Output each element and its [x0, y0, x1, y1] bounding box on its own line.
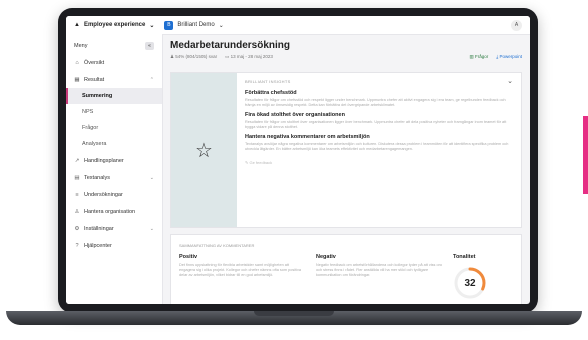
sidebar-item-label: Inställningar: [84, 225, 114, 232]
sidebar-item-label: Handlingsplaner: [84, 157, 124, 164]
sidebar-item-undersokningar[interactable]: ≡ Undersökningar: [66, 186, 162, 203]
insight-text: Resultaten för frågor om chefsstöd och r…: [245, 98, 506, 107]
workspace-name: Brilliant Demo: [177, 22, 215, 28]
questions-link[interactable]: ▥ Frågor: [469, 54, 488, 60]
sidebar-item-oversikt[interactable]: ⌂ Översikt: [66, 54, 162, 71]
sidebar-item-handlingsplaner[interactable]: ↗ Handlingsplaner: [66, 152, 162, 169]
chevron-up-icon: ⌃: [149, 76, 154, 83]
insight-title: Förbättra chefsstöd: [245, 90, 297, 96]
sidebar-item-installningar[interactable]: ⚙ Inställningar ⌄: [66, 220, 162, 237]
feedback-button[interactable]: ✎ Ge feedback: [245, 160, 513, 165]
response-rate-text: 54% (804/1505) svar: [175, 54, 218, 59]
positive-column: Positiv Det finns uppskattning för flexi…: [179, 254, 306, 300]
insights-card: ☆ ⌄ BRILLIANT INSIGHTS Förbättra chefsst…: [170, 72, 522, 228]
chevron-down-icon: ⌄: [218, 22, 224, 29]
summary-columns: Positiv Det finns uppskattning för flexi…: [179, 254, 513, 300]
negative-column: Negativ Negativ feedback om arbetsförhål…: [316, 254, 443, 300]
insight-title: Hantera negativa kommentarer om arbetsmi…: [245, 134, 370, 140]
insight-text: Textanalys avslöjar några negativa komme…: [245, 142, 509, 151]
sidebar-item-label: Hantera organisation: [84, 208, 136, 215]
negative-text: Negativ feedback om arbetsförhållandena …: [316, 263, 443, 277]
sidebar-item-label: Textanalys: [84, 174, 110, 181]
sidebar-item-organisation[interactable]: ♙ Hantera organisation: [66, 203, 162, 220]
survey-meta: ♟ 54% (804/1505) svar ▭ 13 maj - 28 maj …: [170, 54, 522, 60]
workspace-switcher[interactable]: B Brilliant Demo ⌄: [164, 20, 224, 30]
sidebar-item-label: Undersökningar: [84, 191, 123, 198]
response-rate: ♟ 54% (804/1505) svar: [170, 54, 217, 60]
chart-icon: ▦: [74, 76, 80, 83]
checklist-icon: ↗: [74, 157, 80, 164]
insight-text: Resultaten för frågor om stolthet över o…: [245, 120, 507, 129]
text-icon: ▤: [74, 174, 80, 181]
help-icon: ?: [75, 242, 79, 249]
top-bar: ▲ Employee experience ⌄ B Brilliant Demo…: [66, 16, 530, 35]
insight-title: Fira ökad stolthet över organisationen: [245, 112, 345, 118]
sidebar-item-label: Resultat: [84, 76, 105, 83]
positive-text: Det finns uppskattning för flexibla arbe…: [179, 263, 301, 277]
insights-illustration: ☆: [171, 73, 237, 227]
app-switcher[interactable]: ▲ Employee experience ⌄: [74, 22, 154, 29]
questions-link-text: Frågor: [474, 54, 489, 59]
tone-value: 32: [464, 277, 476, 289]
summary-label: SAMMANFATTNING AV KOMMENTARER: [179, 243, 255, 248]
tone-gauge: 32: [453, 266, 487, 300]
date-range-text: 13 maj - 28 maj 2023: [230, 54, 273, 59]
accent-bar: [583, 116, 588, 194]
page-title: Medarbetarundersökning: [170, 40, 291, 51]
sidebar-item-nps[interactable]: NPS: [66, 104, 162, 120]
menu-label: Meny: [74, 43, 88, 49]
app-name: Employee experience: [83, 22, 146, 28]
sidebar-item-textanalys[interactable]: ▤ Textanalys ⌄: [66, 169, 162, 186]
tone-title: Tonalitet: [453, 254, 476, 260]
chevron-down-icon: ⌄: [149, 225, 154, 232]
home-icon: ⌂: [75, 59, 79, 66]
sidebar-item-summering[interactable]: Summering: [66, 88, 162, 104]
gear-icon: ⚙: [74, 225, 80, 232]
sidebar-item-hjalpcenter[interactable]: ? Hjälpcenter: [66, 237, 162, 254]
powerpoint-link-text: Powerpoint: [499, 54, 522, 59]
positive-title: Positiv: [179, 254, 198, 260]
avatar[interactable]: A: [511, 19, 522, 31]
sidebar: Meny « ⌂ Översikt ▦ Resultat ⌃ Summering…: [66, 34, 163, 304]
collapse-menu-button[interactable]: «: [145, 42, 154, 50]
sidebar-item-label: Översikt: [84, 59, 105, 66]
logo-icon: ▲: [74, 22, 80, 28]
sidebar-item-fragor[interactable]: Frågor: [66, 120, 162, 136]
export-links: ▥ Frågor ⤓ Powerpoint: [469, 54, 522, 60]
negative-title: Negativ: [316, 254, 336, 260]
date-range: ▭ 13 maj - 28 maj 2023: [225, 54, 273, 60]
sidebar-item-label: Hjälpcenter: [84, 242, 112, 249]
workspace-icon: B: [164, 20, 174, 30]
laptop-notch: [254, 311, 334, 316]
org-icon: ♙: [74, 208, 80, 215]
sidebar-item-analysera[interactable]: Analysera: [66, 136, 162, 152]
insights-label: BRILLIANT INSIGHTS: [245, 79, 291, 84]
tone-column: Tonalitet 32: [453, 254, 513, 300]
chevron-down-icon: ⌄: [149, 174, 154, 181]
star-icon: ☆: [195, 139, 213, 162]
app-screen: ▲ Employee experience ⌄ B Brilliant Demo…: [66, 16, 530, 304]
feedback-text: Ge feedback: [249, 160, 273, 165]
main-content: Medarbetarundersökning ♟ 54% (804/1505) …: [170, 38, 522, 304]
powerpoint-link[interactable]: ⤓ Powerpoint: [496, 54, 522, 60]
chevron-down-icon: ⌄: [149, 22, 155, 29]
insights-body: BRILLIANT INSIGHTS Förbättra chefsstöd R…: [245, 79, 513, 165]
sidebar-item-resultat[interactable]: ▦ Resultat ⌃: [66, 71, 162, 88]
menu-header: Meny «: [66, 38, 162, 54]
survey-icon: ≡: [75, 191, 79, 198]
comment-summary-card: SAMMANFATTNING AV KOMMENTARER Positiv De…: [170, 234, 522, 304]
